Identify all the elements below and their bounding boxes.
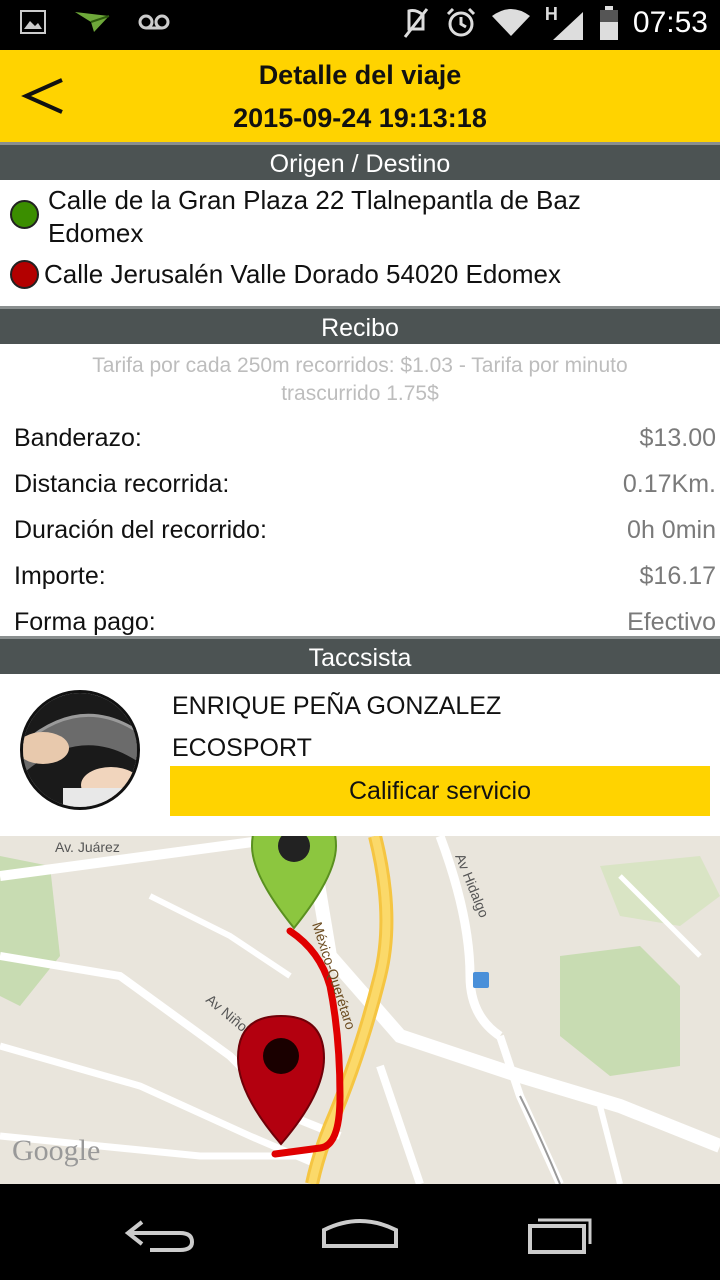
nav-back-button[interactable] — [120, 1208, 200, 1258]
mute-icon — [403, 8, 429, 38]
origin-address: Calle de la Gran Plaza 22 Tlalnepantla d… — [48, 185, 581, 248]
driver-card: ENRIQUE PEÑA GONZALEZ ECOSPORT Calificar… — [0, 674, 720, 826]
image-icon — [20, 10, 46, 34]
receipt-label: Importe: — [14, 562, 106, 590]
destination-row: Calle Jerusalén Valle Dorado 54020 Edome… — [0, 258, 720, 298]
driver-car: ECOSPORT — [172, 734, 312, 762]
voicemail-icon — [138, 14, 170, 30]
receipt-value: Efectivo — [627, 608, 716, 636]
receipt-row-amount: Importe: $16.17 — [0, 554, 720, 600]
signal-icon: H — [545, 4, 585, 40]
receipt-row-distance: Distancia recorrida: 0.17Km. — [0, 462, 720, 508]
map-label-juarez: Av. Juárez — [55, 839, 120, 855]
recents-icon — [528, 1218, 592, 1254]
clock: 07:53 — [632, 6, 708, 39]
driver-avatar — [20, 690, 140, 810]
destination-dot-icon — [10, 260, 39, 289]
home-icon — [322, 1219, 398, 1248]
battery-icon — [599, 6, 618, 40]
fare-note: Tarifa por cada 250m recorridos: $1.03 -… — [92, 354, 628, 405]
receipt-row-flagfall: Banderazo: $13.00 — [0, 416, 720, 462]
send-icon — [75, 12, 110, 32]
destination-address: Calle Jerusalén Valle Dorado 54020 Edome… — [44, 259, 561, 289]
trip-date: 2015-09-24 19:13:18 — [233, 103, 487, 133]
back-arrow-icon — [124, 1220, 195, 1252]
nav-recents-button[interactable] — [520, 1208, 600, 1258]
wifi-icon — [491, 9, 530, 36]
receipt-value: 0h 0min — [627, 516, 716, 544]
status-bar: H 07:53 — [0, 0, 720, 50]
map-attribution: Google — [12, 1134, 100, 1167]
section-header-receipt: Recibo — [0, 306, 720, 344]
receipt-value: $13.00 — [639, 424, 716, 452]
alarm-icon — [446, 7, 475, 37]
nav-home-button[interactable] — [320, 1208, 400, 1258]
rate-service-button[interactable]: Calificar servicio — [170, 766, 710, 816]
route-map[interactable]: Av. Juárez Av Hidalgo Av Niños México-Qu… — [0, 836, 720, 1184]
origin-row: Calle de la Gran Plaza 22 Tlalnepantla d… — [0, 180, 720, 258]
receipt-label: Forma pago: — [14, 608, 156, 636]
receipt-label: Distancia recorrida: — [14, 470, 230, 498]
section-header-driver: Taccsista — [0, 636, 720, 674]
receipt-row-payment: Forma pago: Efectivo — [0, 600, 720, 636]
receipt-label: Banderazo: — [14, 424, 142, 452]
trip-detail-content: Origen / Destino Calle de la Gran Plaza … — [0, 142, 720, 1184]
receipt-value: 0.17Km. — [622, 470, 716, 498]
origin-dot-icon — [10, 200, 39, 229]
driver-name: ENRIQUE PEÑA GONZALEZ — [172, 692, 502, 720]
receipt-label: Duración del recorrido: — [14, 516, 267, 544]
receipt-row-duration: Duración del recorrido: 0h 0min — [0, 508, 720, 554]
app-header: Detalle del viaje 2015-09-24 19:13:18 — [0, 50, 720, 142]
receipt-value: $16.17 — [639, 562, 716, 590]
section-header-route: Origen / Destino — [0, 142, 720, 180]
system-nav-bar — [0, 1184, 720, 1280]
page-title: Detalle del viaje — [258, 60, 462, 90]
